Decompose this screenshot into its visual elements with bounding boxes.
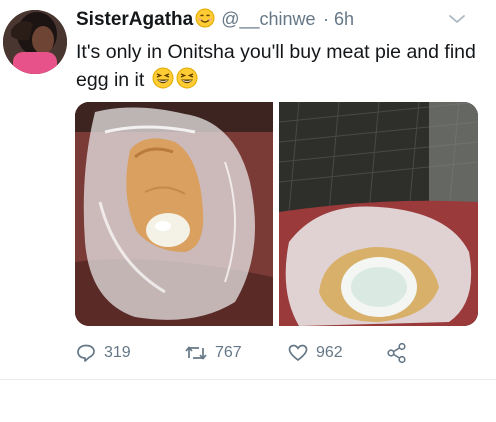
user-handle[interactable]: @__chinwe bbox=[221, 9, 315, 29]
like-button[interactable]: 962 bbox=[288, 340, 343, 366]
tweet-text-content: It's only in Onitsha you'll buy meat pie… bbox=[76, 41, 476, 91]
feed-below bbox=[0, 380, 496, 422]
tweet-time[interactable]: · 6h bbox=[323, 9, 354, 29]
reply-button[interactable]: 319 bbox=[76, 340, 131, 366]
tweet-text: It's only in Onitsha you'll buy meat pie… bbox=[76, 38, 486, 97]
chevron-down-icon[interactable] bbox=[448, 12, 466, 24]
reply-count: 319 bbox=[104, 344, 131, 361]
tweet-photo-1[interactable] bbox=[75, 102, 273, 326]
share-icon bbox=[387, 342, 406, 364]
smiling-face-emoji-icon bbox=[195, 8, 215, 33]
tweet-header: SisterAgatha @__chinwe · 6h bbox=[76, 8, 486, 34]
share-button[interactable] bbox=[386, 340, 416, 366]
retweet-count: 767 bbox=[215, 344, 242, 361]
tweet-actions: 319 767 962 bbox=[76, 340, 486, 366]
grinning-squinting-face-emoji-icon bbox=[152, 67, 174, 97]
like-icon bbox=[288, 344, 308, 362]
like-count: 962 bbox=[316, 344, 343, 361]
avatar[interactable] bbox=[3, 10, 67, 74]
retweet-button[interactable]: 767 bbox=[185, 340, 242, 366]
retweet-icon bbox=[185, 346, 207, 360]
grinning-squinting-face-emoji-icon bbox=[176, 67, 198, 97]
tweet-photo-2[interactable] bbox=[279, 102, 478, 326]
display-name[interactable]: SisterAgatha bbox=[76, 9, 193, 30]
reply-icon bbox=[77, 344, 95, 362]
